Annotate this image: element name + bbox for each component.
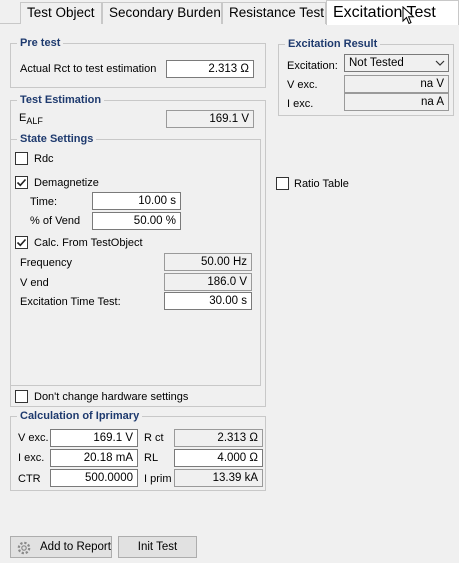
init-test-label: Init Test <box>137 541 178 553</box>
tab-excitation-test[interactable]: Excitation Test <box>326 0 459 25</box>
tab-test-object[interactable]: Test Object <box>20 2 102 24</box>
ealf-label: EALF <box>19 112 43 127</box>
time-label: Time: <box>30 196 58 208</box>
excitation-status-label: Excitation: <box>287 60 338 72</box>
tab-label: Resistance Test <box>229 5 325 20</box>
dont-change-hardware-checkbox[interactable] <box>15 390 28 403</box>
calc-rct-label: R ct <box>144 432 164 444</box>
init-test-button[interactable]: Init Test <box>118 536 197 558</box>
vend-percent-label: % of Vend <box>30 215 81 227</box>
vend-label: V end <box>20 277 49 289</box>
calc-from-testobject-checkbox[interactable] <box>15 236 28 249</box>
mouse-cursor-icon <box>402 6 415 25</box>
tab-resistance-test[interactable]: Resistance Test <box>222 2 326 24</box>
rdc-checkbox[interactable] <box>15 152 28 165</box>
demagnetize-checkbox[interactable] <box>15 176 28 189</box>
add-to-report-button[interactable]: Add to Report <box>10 536 112 558</box>
dont-change-hardware-label: Don't change hardware settings <box>34 391 189 403</box>
demagnetize-label: Demagnetize <box>34 177 99 189</box>
calc-vexc-label: V exc. <box>18 432 49 444</box>
pre-test-title: Pre test <box>17 36 64 50</box>
add-to-report-label: Add to Report <box>40 541 111 553</box>
checkmark-icon <box>16 238 27 247</box>
ealf-field: 169.1 V <box>166 110 254 128</box>
tab-label: Excitation Test <box>333 4 436 21</box>
rdc-label: Rdc <box>34 153 54 165</box>
calc-iexc-label: I exc. <box>18 452 45 464</box>
calc-ctr-field[interactable]: 500.0000 <box>50 469 138 487</box>
result-iexc-label: I exc. <box>287 98 314 110</box>
ratio-table-checkbox[interactable] <box>276 177 289 190</box>
excitation-status-value: Not Tested <box>349 57 404 69</box>
rct-estimation-label: Actual Rct to test estimation <box>20 63 157 75</box>
checkmark-icon <box>16 178 27 187</box>
calc-vexc-field[interactable]: 169.1 V <box>50 429 138 447</box>
time-field[interactable]: 10.00 s <box>92 192 181 210</box>
vend-percent-field[interactable]: 50.00 % <box>92 212 181 230</box>
calc-iexc-field[interactable]: 20.18 mA <box>50 449 138 467</box>
rct-estimation-field[interactable]: 2.313 Ω <box>166 60 254 78</box>
state-settings-title: State Settings <box>17 132 97 146</box>
calc-rl-label: RL <box>144 452 159 464</box>
tab-secondary-burden[interactable]: Secondary Burden <box>102 2 222 24</box>
excitation-time-label: Excitation Time Test: <box>20 296 121 308</box>
calc-rl-field[interactable]: 4.000 Ω <box>174 449 263 467</box>
result-iexc-field: na A <box>344 93 449 111</box>
ealf-subscript: ALF <box>26 116 43 127</box>
test-estimation-title: Test Estimation <box>17 93 105 107</box>
excitation-status-dropdown[interactable]: Not Tested <box>344 54 449 72</box>
calc-iprim-label: I prim <box>144 473 172 485</box>
calc-ctr-label: CTR <box>18 473 41 485</box>
chevron-down-icon <box>435 60 445 66</box>
frequency-field: 50.00 Hz <box>164 253 252 271</box>
excitation-result-title: Excitation Result <box>285 37 381 51</box>
tab-label: Secondary Burden <box>109 5 221 20</box>
excitation-time-field[interactable]: 30.00 s <box>164 292 252 310</box>
result-vexc-field: na V <box>344 75 449 93</box>
calc-rct-field: 2.313 Ω <box>174 429 263 447</box>
tab-label: Test Object <box>27 5 95 20</box>
calc-from-testobject-label: Calc. From TestObject <box>34 237 143 249</box>
result-vexc-label: V exc. <box>287 79 318 91</box>
calc-iprim-field: 13.39 kA <box>174 469 263 487</box>
calc-iprimary-title: Calculation of Iprimary <box>17 409 143 423</box>
ratio-table-label: Ratio Table <box>294 178 349 190</box>
frequency-label: Frequency <box>20 257 72 269</box>
gear-icon <box>17 541 31 555</box>
vend-field: 186.0 V <box>164 273 252 291</box>
